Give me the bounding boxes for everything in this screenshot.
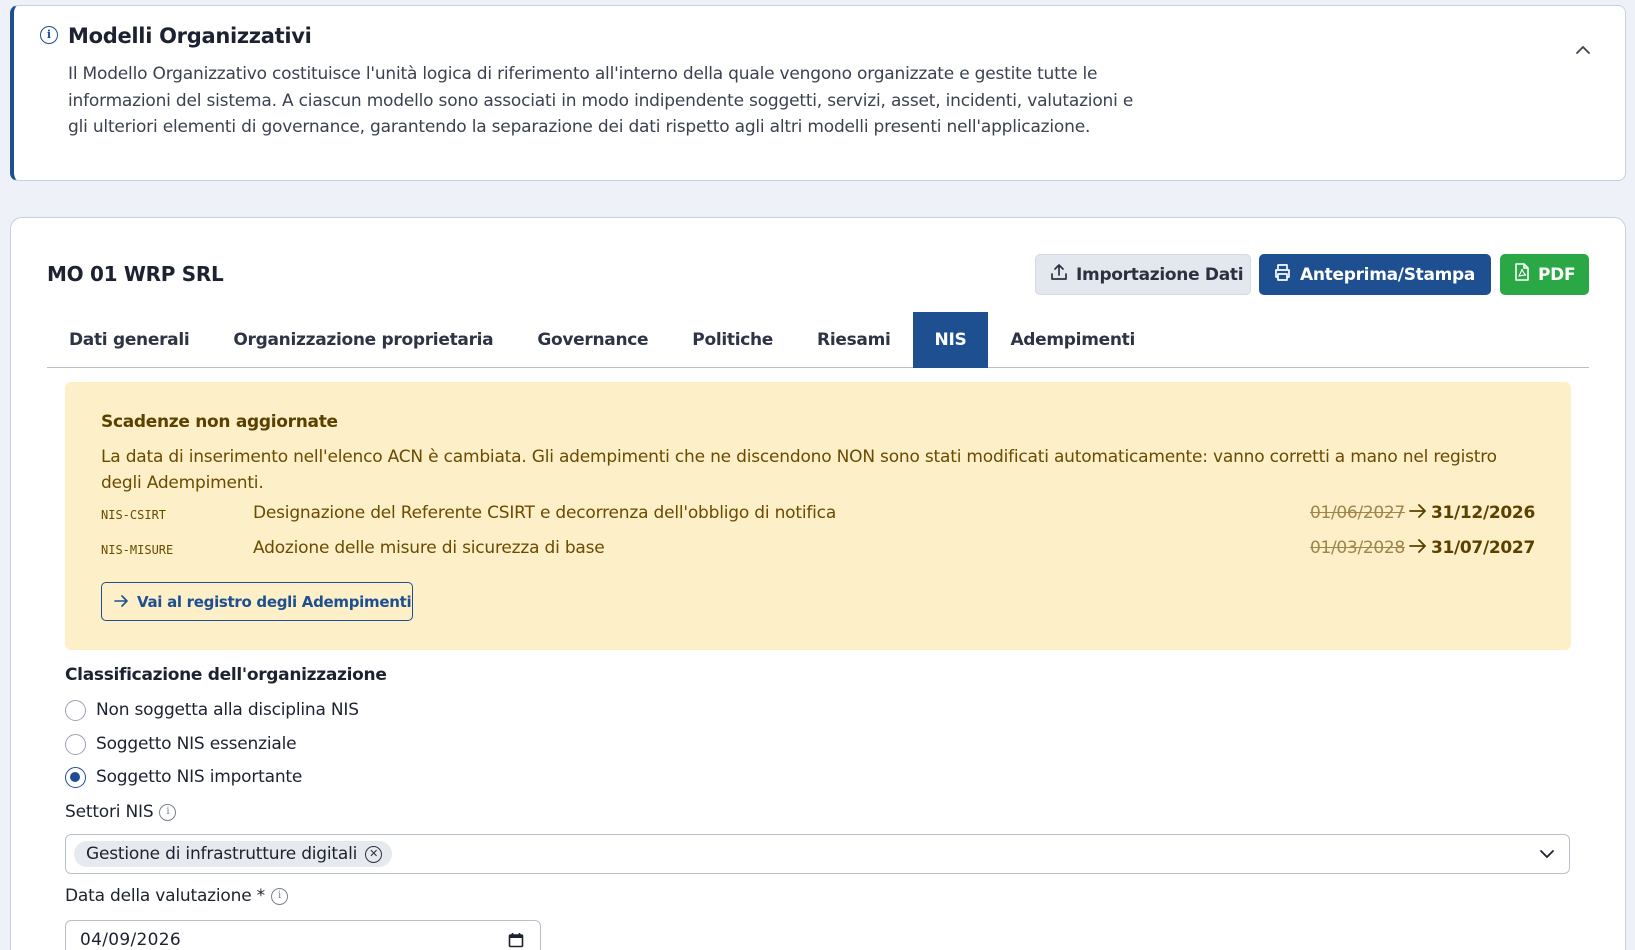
sector-chip-label: Gestione di infrastrutture digitali <box>86 844 358 864</box>
import-data-label: Importazione Dati <box>1076 264 1244 285</box>
deadline-dates: 01/06/2027 31/12/2026 <box>1310 503 1535 523</box>
evaluation-date-value: 04/09/2026 <box>80 930 181 950</box>
deadline-row: NIS-MISURE Adozione delle misure di sicu… <box>101 538 1535 562</box>
info-panel: i Modelli Organizzativi Il Modello Organ… <box>10 5 1626 181</box>
info-description: Il Modello Organizzativo costituisce l'u… <box>68 64 1134 137</box>
pdf-label: PDF <box>1538 264 1576 285</box>
deadline-dates: 01/03/2028 31/07/2027 <box>1310 538 1535 558</box>
info-circle-icon: i <box>40 26 58 44</box>
tab-dati-generali[interactable]: Dati generali <box>47 312 211 368</box>
radio-nis-importante[interactable]: Soggetto NIS importante <box>65 765 302 789</box>
pdf-button[interactable]: PDF <box>1500 254 1589 295</box>
evaluation-date-input[interactable]: 04/09/2026 <box>65 920 541 950</box>
info-title: Modelli Organizzativi <box>68 24 312 48</box>
arrow-right-icon <box>1409 503 1427 523</box>
chevron-up-icon[interactable] <box>1575 42 1591 58</box>
arrow-right-icon <box>114 593 129 611</box>
radio-button[interactable] <box>65 699 86 721</box>
new-date: 31/12/2026 <box>1430 503 1535 523</box>
chevron-down-icon[interactable] <box>1539 846 1555 866</box>
tab-nis[interactable]: NIS <box>912 312 989 368</box>
tab-politiche[interactable]: Politiche <box>670 312 795 368</box>
radio-label: Soggetto NIS essenziale <box>96 734 297 754</box>
sectors-label: Settori NIS <box>65 802 154 822</box>
info-circle-icon[interactable]: i <box>159 803 177 821</box>
tab-governance[interactable]: Governance <box>515 312 670 368</box>
radio-button-selected[interactable] <box>65 766 86 788</box>
warning-text: La data di inserimento nell'elenco ACN è… <box>101 447 1497 493</box>
print-preview-button[interactable]: Anteprima/Stampa <box>1259 254 1491 295</box>
arrow-right-icon <box>1409 538 1427 558</box>
warning-title: Scadenze non aggiornate <box>101 412 338 432</box>
info-circle-icon[interactable]: i <box>270 887 288 905</box>
deadline-warning: Scadenze non aggiornate La data di inser… <box>65 382 1571 650</box>
printer-icon <box>1273 263 1292 287</box>
new-date: 31/07/2027 <box>1430 538 1535 558</box>
radio-button[interactable] <box>65 733 86 755</box>
radio-label: Non soggetta alla disciplina NIS <box>96 700 359 720</box>
page-title: MO 01 WRP SRL <box>47 262 224 286</box>
radio-non-soggetta[interactable]: Non soggetta alla disciplina NIS <box>65 698 359 722</box>
tab-organizzazione-proprietaria[interactable]: Organizzazione proprietaria <box>211 312 515 368</box>
sectors-multiselect[interactable]: Gestione di infrastrutture digitali ✕ <box>65 834 1570 874</box>
go-to-register-label: Vai al registro degli Adempimenti <box>137 592 412 611</box>
deadline-row: NIS-CSIRT Designazione del Referente CSI… <box>101 503 1535 527</box>
tab-bar: Dati generali Organizzazione proprietari… <box>47 312 1589 368</box>
import-data-button[interactable]: Importazione Dati <box>1035 254 1251 295</box>
tab-adempimenti[interactable]: Adempimenti <box>988 312 1157 368</box>
remove-chip-icon[interactable]: ✕ <box>365 845 383 863</box>
go-to-register-button[interactable]: Vai al registro degli Adempimenti <box>101 582 413 621</box>
deadline-code: NIS-CSIRT <box>101 508 167 522</box>
deadline-description: Designazione del Referente CSIRT e decor… <box>253 503 837 523</box>
sectors-field-label: Settori NIS i <box>65 802 177 822</box>
upload-icon <box>1050 263 1068 286</box>
model-card: MO 01 WRP SRL Importazione Dati Anteprim… <box>10 217 1626 950</box>
deadline-code: NIS-MISURE <box>101 543 174 557</box>
evaluation-date-field-label: Data della valutazione * i <box>65 886 288 906</box>
old-date: 01/03/2028 <box>1309 538 1405 558</box>
pdf-file-icon <box>1514 263 1530 286</box>
radio-nis-essenziale[interactable]: Soggetto NIS essenziale <box>65 732 297 756</box>
deadline-description: Adozione delle misure di sicurezza di ba… <box>253 538 605 558</box>
old-date: 01/06/2027 <box>1309 503 1405 523</box>
evaluation-date-label: Data della valutazione * <box>65 886 265 906</box>
radio-label: Soggetto NIS importante <box>96 767 303 787</box>
classification-label: Classificazione dell'organizzazione <box>65 665 387 685</box>
tab-riesami[interactable]: Riesami <box>795 312 912 368</box>
print-preview-label: Anteprima/Stampa <box>1300 264 1476 285</box>
sector-chip: Gestione di infrastrutture digitali ✕ <box>74 841 393 867</box>
calendar-icon[interactable] <box>508 932 524 950</box>
